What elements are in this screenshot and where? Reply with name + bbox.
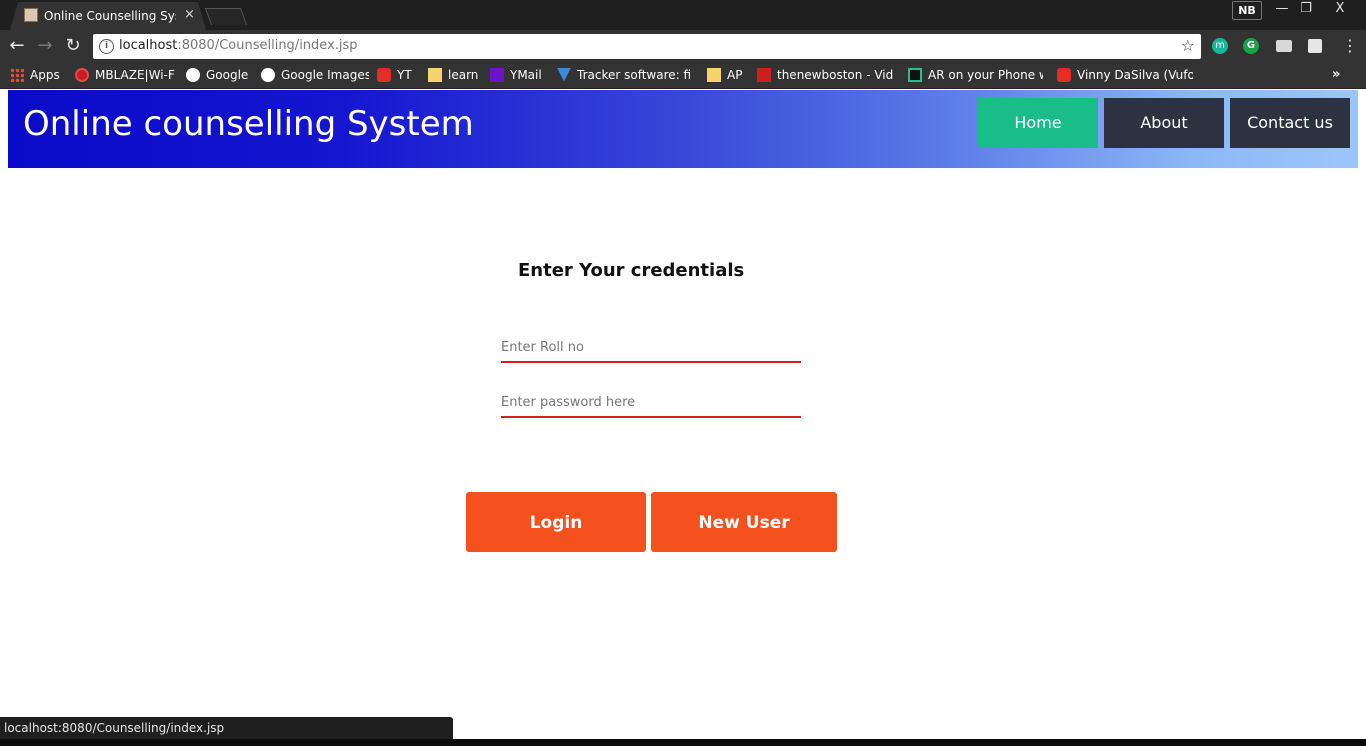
address-url[interactable]: localhost:8080/Counselling/index.jsp bbox=[119, 38, 358, 53]
minimize-icon[interactable]: — bbox=[1272, 0, 1292, 18]
bookmark-tracker[interactable]: Tracker software: find bbox=[557, 62, 691, 88]
browser-status-bar: localhost:8080/Counselling/index.jsp bbox=[0, 717, 453, 739]
close-window-icon[interactable]: X bbox=[1326, 0, 1354, 18]
bookmark-ap[interactable]: AP bbox=[707, 62, 747, 88]
folder-icon bbox=[428, 67, 442, 82]
bookmark-label: AR on your Phone wi bbox=[928, 68, 1043, 82]
login-button[interactable]: Login bbox=[466, 492, 646, 552]
apps-grid-icon bbox=[10, 67, 24, 82]
tab-close-icon[interactable]: × bbox=[184, 7, 195, 22]
bookmark-ymail[interactable]: YMail bbox=[490, 62, 548, 88]
site-info-icon[interactable]: i bbox=[99, 39, 114, 54]
bookmark-thenewboston[interactable]: thenewboston - Vide bbox=[757, 62, 893, 88]
thenewboston-icon bbox=[757, 67, 771, 82]
extension-m-icon[interactable]: m bbox=[1212, 38, 1228, 54]
bookmark-label: Vinny DaSilva (Vufori bbox=[1077, 68, 1193, 82]
bookmark-ar-phone[interactable]: AR on your Phone wi bbox=[908, 62, 1043, 88]
bookmark-google-images[interactable]: Google Images bbox=[261, 62, 369, 88]
ymail-icon bbox=[490, 67, 504, 82]
bookmark-label: learn bbox=[448, 68, 479, 82]
new-tab-button[interactable] bbox=[204, 8, 248, 25]
bookmark-star-icon[interactable]: ☆ bbox=[1181, 36, 1195, 55]
nav-contact-link[interactable]: Contact us bbox=[1230, 98, 1350, 148]
bookmark-label: Google Images bbox=[281, 68, 369, 82]
bookmark-label: MBLAZE|Wi-Fi bbox=[95, 68, 175, 82]
bookmark-label: YT bbox=[397, 68, 412, 82]
tracker-icon bbox=[557, 67, 571, 82]
bookmark-label: Tracker software: find bbox=[577, 68, 691, 82]
tab-title: Online Counselling System bbox=[44, 9, 176, 23]
address-bar[interactable]: i localhost:8080/Counselling/index.jsp ☆ bbox=[93, 34, 1201, 59]
browser-menu-icon[interactable]: ⋮ bbox=[1342, 37, 1358, 55]
bookmark-mblaze[interactable]: MBLAZE|Wi-Fi bbox=[75, 62, 175, 88]
back-icon[interactable]: ← bbox=[6, 35, 28, 57]
credentials-heading: Enter Your credentials bbox=[518, 260, 745, 281]
nav-about-link[interactable]: About bbox=[1104, 98, 1224, 148]
folder-icon bbox=[707, 67, 721, 82]
bookmark-yt[interactable]: YT bbox=[377, 62, 419, 88]
bookmarks-overflow-icon[interactable]: » bbox=[1332, 62, 1340, 88]
profile-badge[interactable]: NB bbox=[1232, 1, 1262, 20]
ar-icon bbox=[908, 67, 922, 82]
site-title: Online counselling System bbox=[23, 104, 474, 144]
nav-home-link[interactable]: Home bbox=[978, 98, 1098, 148]
youtube-icon bbox=[377, 67, 391, 82]
roll-no-input[interactable] bbox=[501, 333, 801, 363]
password-input[interactable] bbox=[501, 388, 801, 418]
url-path: :8080/Counselling/index.jsp bbox=[177, 38, 358, 53]
url-host: localhost bbox=[119, 38, 178, 53]
google-icon bbox=[261, 67, 275, 82]
bookmarks-bar: Apps MBLAZE|Wi-Fi Google Google Images Y… bbox=[0, 62, 1366, 89]
bookmark-label: AP bbox=[727, 68, 743, 82]
browser-toolbar: ← → ↻ i localhost:8080/Counselling/index… bbox=[0, 30, 1366, 62]
bookmark-label: YMail bbox=[510, 68, 542, 82]
bookmark-label: Apps bbox=[30, 68, 60, 82]
bookmark-label: thenewboston - Vide bbox=[777, 68, 893, 82]
site-header: Online counselling System Home About Con… bbox=[8, 90, 1358, 168]
google-icon bbox=[186, 67, 200, 82]
browser-tab[interactable]: Online Counselling System × bbox=[10, 2, 206, 30]
reload-icon[interactable]: ↻ bbox=[62, 35, 84, 57]
bookmark-vinny[interactable]: Vinny DaSilva (Vufori bbox=[1057, 62, 1193, 88]
bookmark-apps[interactable]: Apps bbox=[10, 62, 70, 88]
os-taskbar bbox=[0, 739, 1366, 746]
bookmark-learn[interactable]: learn bbox=[428, 62, 482, 88]
mail-extension-icon[interactable] bbox=[1276, 40, 1292, 52]
bookmark-label: Google bbox=[206, 68, 249, 82]
forward-icon[interactable]: → bbox=[34, 35, 56, 57]
youtube-icon bbox=[1057, 67, 1071, 82]
page-favicon-icon bbox=[24, 8, 38, 22]
cube-extension-icon[interactable] bbox=[1308, 39, 1322, 53]
browser-tab-bar: Online Counselling System × NB — ❐ X bbox=[0, 0, 1366, 30]
register-button[interactable]: New User Register bbox=[651, 492, 837, 593]
maximize-icon[interactable]: ❐ bbox=[1296, 0, 1316, 18]
bookmark-google[interactable]: Google bbox=[186, 62, 252, 88]
opera-icon bbox=[75, 67, 89, 82]
grammarly-icon[interactable]: G bbox=[1243, 38, 1259, 54]
